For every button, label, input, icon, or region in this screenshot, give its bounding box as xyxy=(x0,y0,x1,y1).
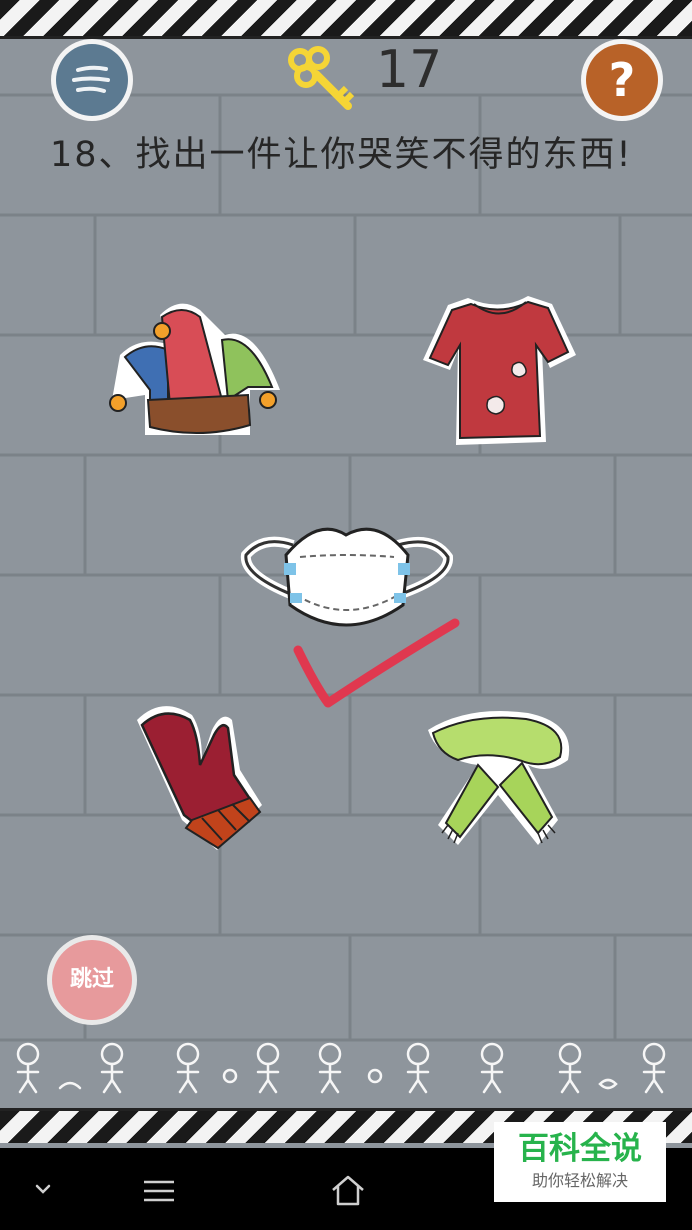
skip-button[interactable]: 跳过 xyxy=(52,940,132,1020)
watermark-badge: 百科全说 助你轻松解决 xyxy=(494,1122,666,1202)
question-mark-icon: ? xyxy=(608,53,636,107)
home-icon[interactable] xyxy=(330,1174,366,1206)
key-count: 17 xyxy=(376,40,443,100)
chevron-down-icon[interactable] xyxy=(34,1180,52,1198)
stick-figure-doodles xyxy=(16,1042,666,1094)
shirt-icon[interactable] xyxy=(418,290,580,450)
game-stage: 17 ? 18、找出一件让你哭笑不得的东西! 跳过 xyxy=(0,0,692,1148)
watermark-title: 百科全说 xyxy=(518,1131,642,1167)
top-hazard-stripe xyxy=(0,0,692,39)
menu-lines-icon xyxy=(72,65,110,93)
menu-button[interactable] xyxy=(56,44,128,116)
question-text: 18、找出一件让你哭笑不得的东西! xyxy=(50,135,633,175)
scarf-icon[interactable] xyxy=(418,705,580,855)
jester-hat-icon[interactable] xyxy=(100,295,290,450)
key-icon xyxy=(288,46,355,110)
checkmark-icon xyxy=(293,618,460,708)
skip-label: 跳过 xyxy=(69,967,114,992)
mitten-icon[interactable] xyxy=(122,700,267,860)
watermark-subtitle: 助你轻松解决 xyxy=(531,1171,628,1190)
menu-icon[interactable] xyxy=(142,1178,176,1204)
help-button[interactable]: ? xyxy=(586,44,658,116)
